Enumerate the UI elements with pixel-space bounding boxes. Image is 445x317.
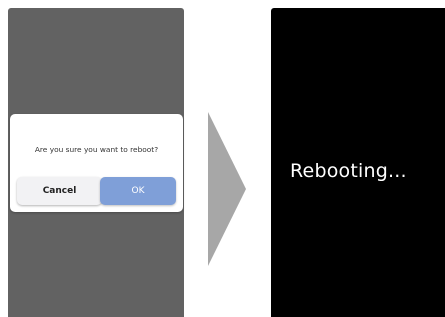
cancel-button[interactable]: Cancel bbox=[17, 177, 102, 205]
dialog-message: Are you sure you want to reboot? bbox=[34, 145, 159, 154]
ok-button[interactable]: OK bbox=[100, 177, 176, 205]
right-arrow-icon bbox=[206, 110, 248, 272]
rebooting-status-text: Rebooting... bbox=[290, 160, 407, 182]
reboot-confirm-dialog: Are you sure you want to reboot? Cancel … bbox=[10, 114, 183, 212]
device-screen-after: Rebooting... bbox=[271, 8, 445, 317]
